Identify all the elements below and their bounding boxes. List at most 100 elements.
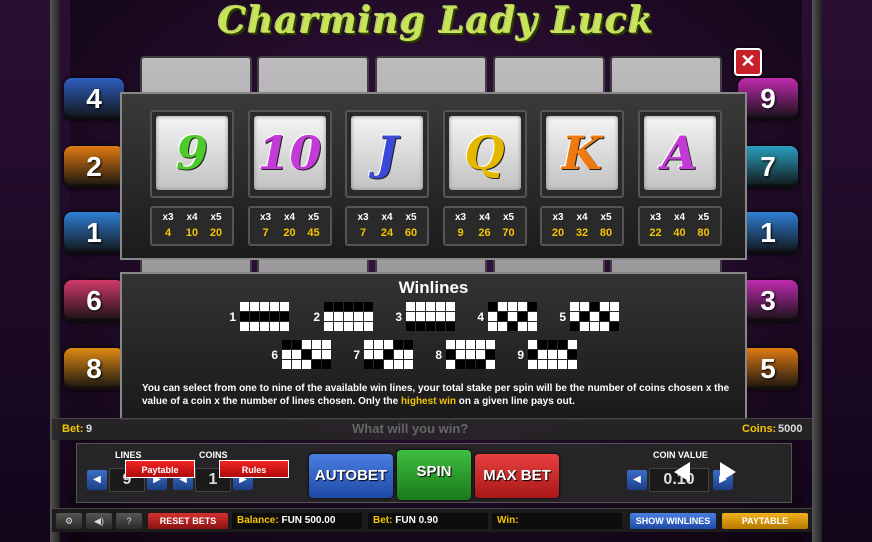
game-title: Charming Lady Luck [217,0,655,42]
spin-button[interactable]: SPIN [397,450,471,500]
winline-cell [486,340,495,349]
paytable-button[interactable]: PAYTABLE [722,513,808,529]
symbol-card: 9 [150,110,234,198]
payout-value: 80 [599,227,613,239]
payout-value: 7 [359,227,367,239]
winline-cell [324,302,333,311]
winline-cell [528,340,537,349]
winline-cell [374,350,383,359]
max-bet-button[interactable]: MAX BET [475,454,559,498]
payout-card: x3 9 x4 26 x5 70 [442,206,527,246]
win-label: Win: [497,515,519,526]
winline-cell [548,340,557,349]
winline-cell [312,360,321,369]
winline-number: 4 [477,310,484,324]
payout-card: x3 22 x4 40 x5 80 [637,206,722,246]
rules-tab[interactable]: Rules [219,460,289,478]
payout-value: 40 [673,227,686,239]
payout-column: x3 7 [351,211,375,241]
sound-icon[interactable]: ◀) [86,513,112,529]
winline-cell [610,302,619,311]
winline-cell [580,302,589,311]
winline-grid [528,340,577,369]
lines-decrease-button[interactable]: ◀ [87,470,107,490]
winline-cell [558,340,567,349]
winline-cell [312,350,321,359]
left-line-badge: 4 [64,78,124,120]
left-line-badge: 2 [64,146,124,188]
next-page-arrow-icon[interactable] [720,462,736,482]
payout-column: x4 40 [668,211,692,241]
symbol-10-icon: 10 [253,116,326,190]
winline-cell [384,350,393,359]
win-display: Win: [492,513,622,529]
winline-cell [528,312,537,321]
winline-cell [498,312,507,321]
payout-multiplier: x4 [576,212,588,223]
winline-cell [498,322,507,331]
winline-cell [548,360,557,369]
coin-value-label: COIN VALUE [653,450,708,460]
winline-cell [436,322,445,331]
winline-cell [364,340,373,349]
symbol-card: K [540,110,624,198]
payout-multiplier: x4 [283,212,296,223]
bet-status-label: Bet: [62,423,84,435]
winline-cell [250,302,259,311]
coins-label: COINS [199,450,228,460]
payout-column: x3 20 [546,211,570,241]
show-winlines-button[interactable]: SHOW WINLINES [630,513,716,529]
winline-cell [508,322,517,331]
winline-number: 6 [271,348,278,362]
settings-icon[interactable]: ⚙ [56,513,82,529]
winline-cell [446,302,455,311]
autobet-button[interactable]: AUTOBET [309,454,393,498]
winline-cell [394,350,403,359]
winline-grid [406,302,455,331]
winline-cell [312,340,321,349]
winline-grid [570,302,619,331]
help-icon[interactable]: ? [116,513,142,529]
balance-label: Balance: [237,515,279,526]
payout-multiplier: x3 [357,212,369,223]
bottom-bar: ⚙ ◀) ? RESET BETS Balance: FUN 500.00 Be… [52,508,812,532]
payout-column: x4 10 [180,211,204,241]
paytable-tab[interactable]: Paytable [125,460,195,478]
winline-cell [334,322,343,331]
winline-cell [498,302,507,311]
prev-page-arrow-icon[interactable] [674,462,690,482]
winline-cell [280,302,289,311]
payout-card: x3 7 x4 20 x5 45 [247,206,332,246]
payout-column: x3 4 [156,211,180,241]
coin-value-decrease-button[interactable]: ◀ [627,470,647,490]
winlines-text-highlight: highest win [400,396,456,407]
left-line-badge: 8 [64,348,124,390]
winline-cell [404,340,413,349]
winline-cell [324,312,333,321]
winline-cell [292,340,301,349]
winline-cell [240,322,249,331]
payout-value: 45 [307,227,320,239]
winline-cell [570,322,579,331]
winline-cell [558,360,567,369]
winline-cell [426,322,435,331]
close-button[interactable]: ✕ [734,48,762,76]
winline-cell [568,340,577,349]
winline-cell [282,360,291,369]
winline-cell [324,322,333,331]
status-row: Bet: 9 What will you win? Coins: 5000 [52,418,812,440]
payout-column: x3 9 [449,211,473,241]
winline-cell [600,322,609,331]
winline-cell [260,322,269,331]
payout-multiplier: x5 [210,212,222,223]
payout-column: x4 26 [473,211,497,241]
winlines-title: Winlines [398,278,469,297]
payout-value: 32 [575,227,589,239]
payout-column: x5 20 [204,211,228,241]
reset-bets-button[interactable]: RESET BETS [148,513,228,529]
status-message: What will you win? [352,421,469,436]
payout-multiplier: x3 [649,212,662,223]
winline-cell [436,312,445,321]
winline-cell [476,340,485,349]
winline-cell [590,322,599,331]
